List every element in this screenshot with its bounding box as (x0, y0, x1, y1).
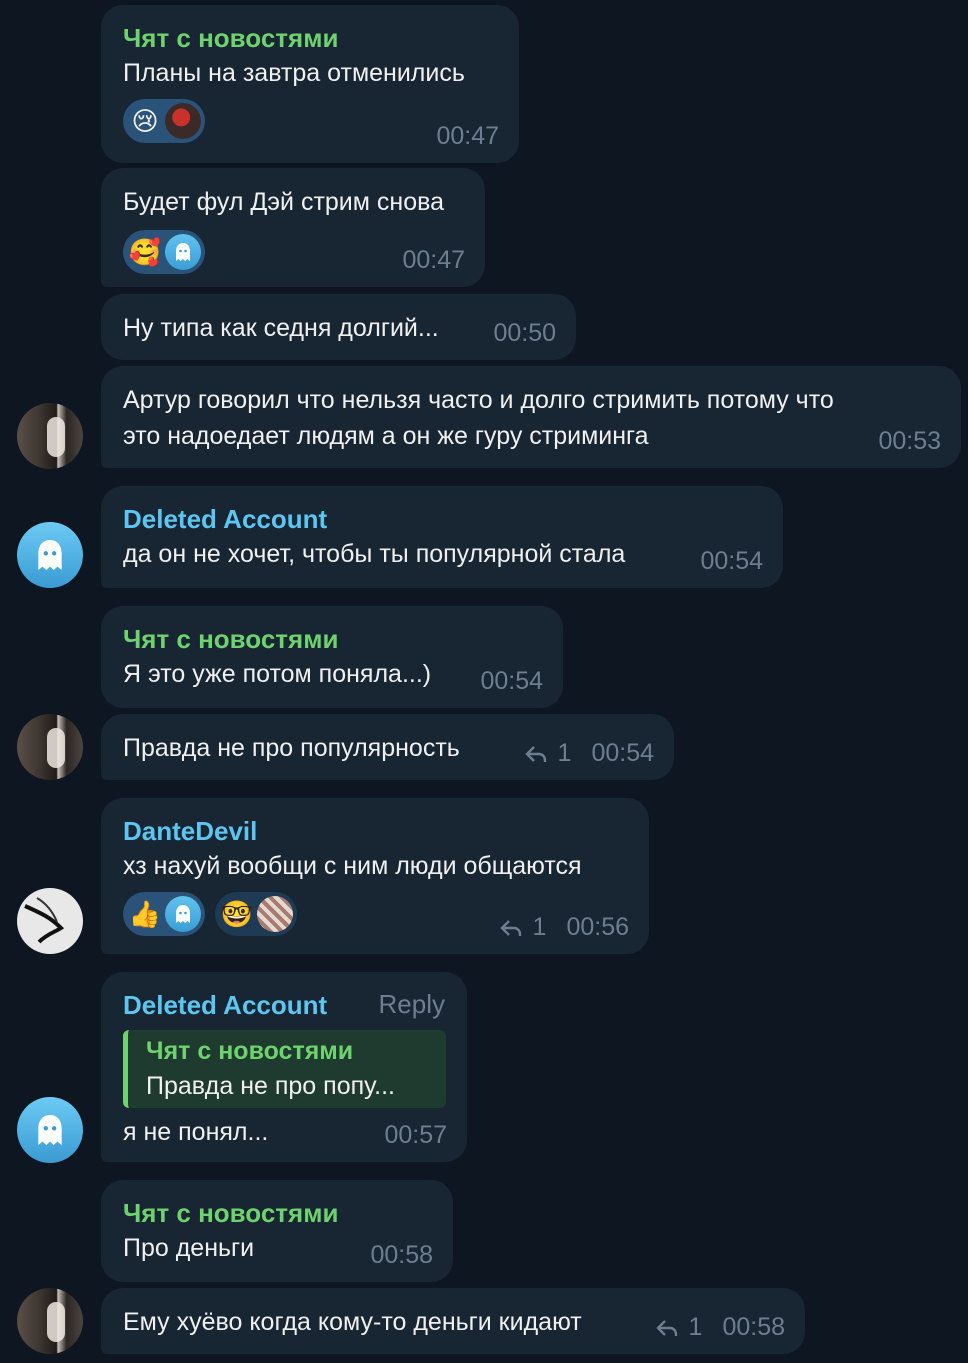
reply-arrow-icon[interactable] (524, 744, 548, 764)
message-meta: 1 00:54 (524, 739, 654, 768)
sender-name[interactable]: Чят с новостями (123, 622, 542, 656)
reaction-cry[interactable]: 😢 (123, 99, 205, 143)
message-time: 00:53 (878, 427, 941, 455)
message-text-line-2: это надоедает людям а он же гуру стримин… (123, 422, 649, 450)
reaction-love[interactable]: 🥰 (123, 230, 205, 274)
message-time: 00:47 (402, 246, 465, 274)
message-time: 00:57 (384, 1121, 447, 1149)
avatar[interactable] (17, 1097, 83, 1163)
reply-label: Reply (378, 989, 445, 1019)
message-bubble[interactable]: DanteDevil хз нахуй вообщи с ним люди об… (101, 798, 649, 954)
smiling-hearts-icon: 🥰 (128, 237, 162, 267)
message-time: 00:54 (700, 547, 763, 575)
reply-arrow-icon[interactable] (655, 1318, 679, 1338)
message-text: Планы на завтра отменились (123, 59, 465, 87)
message-meta: 00:53 (878, 427, 941, 456)
message-time: 00:47 (436, 122, 499, 150)
ghost-icon (165, 896, 201, 932)
message-meta: 00:54 (480, 667, 543, 696)
reply-count[interactable]: 1 (689, 1313, 703, 1342)
message-meta: 00:47 (402, 246, 465, 275)
message-time: 00:58 (370, 1241, 433, 1269)
reaction-nerd[interactable]: 🤓 (215, 892, 297, 936)
message-time: 00:54 (480, 667, 543, 695)
message-meta: 1 00:56 (499, 913, 629, 942)
message-meta: 00:47 (436, 122, 499, 151)
avatar[interactable] (17, 522, 83, 588)
message-meta: 00:54 (700, 547, 763, 576)
message-bubble[interactable]: Чят с новостями Про деньги 00:58 (101, 1180, 453, 1282)
sender-name[interactable]: Чят с новостями (123, 1196, 432, 1230)
message-bubble[interactable]: Deleted Account Reply Чят с новостями Пр… (101, 972, 467, 1162)
avatar[interactable] (17, 888, 83, 954)
message-bubble[interactable]: Правда не про популярность 1 00:54 (101, 714, 674, 780)
sender-name[interactable]: DanteDevil (123, 814, 628, 848)
ghost-icon (38, 1115, 62, 1145)
message-text-line-1: Артур говорил что нельзя часто и долго с… (123, 386, 834, 414)
ghost-icon (38, 540, 62, 570)
reactor-avatar (165, 103, 201, 139)
reply-quote[interactable]: Чят с новостями Правда не про попу... (123, 1030, 446, 1108)
sender-name[interactable]: Чят с новостями (123, 21, 498, 55)
message-time: 00:50 (493, 319, 556, 347)
reply-count[interactable]: 1 (558, 739, 572, 768)
sender-name[interactable]: Deleted Account (123, 502, 762, 536)
nerd-face-icon: 🤓 (220, 899, 254, 929)
message-time: 00:54 (591, 739, 654, 767)
message-time: 00:58 (722, 1313, 785, 1341)
message-bubble[interactable]: Deleted Account да он не хочет, чтобы ты… (101, 486, 783, 588)
avatar[interactable] (17, 403, 83, 469)
reply-count[interactable]: 1 (533, 913, 547, 942)
crying-face-icon: 😢 (131, 106, 159, 136)
reply-arrow-icon[interactable] (499, 918, 523, 938)
message-text: Я это уже потом поняла...) (123, 660, 432, 688)
quote-text: Правда не про попу... (146, 1072, 395, 1100)
reaction-thumbs-up[interactable]: 👍 (123, 892, 205, 936)
message-meta: 00:57 (384, 1121, 447, 1150)
quote-sender: Чят с новостями (146, 1037, 354, 1065)
message-bubble[interactable]: Чят с новостями Я это уже потом поняла..… (101, 606, 563, 708)
ghost-icon (165, 234, 201, 270)
message-bubble[interactable]: Ему хуёво когда кому-то деньги кидают 1 … (101, 1288, 805, 1354)
avatar[interactable] (17, 1288, 83, 1354)
message-text: Ну типа как седня долгий... (123, 314, 439, 342)
thumbs-up-icon: 👍 (128, 899, 162, 929)
message-text: хз нахуй вообщи с ним люди общаются (123, 852, 582, 880)
message-text: да он не хочет, чтобы ты популярной стал… (123, 540, 626, 568)
avatar[interactable] (17, 714, 83, 780)
message-meta: 1 00:58 (655, 1313, 785, 1342)
message-bubble[interactable]: Будет фул Дэй стрим снова 🥰 00:47 (101, 168, 485, 287)
message-meta: 00:50 (493, 319, 556, 348)
message-bubble[interactable]: Ну типа как седня долгий... 00:50 (101, 294, 576, 360)
message-bubble[interactable]: Чят с новостями Планы на завтра отменили… (101, 5, 519, 163)
reactor-avatar (257, 896, 293, 932)
message-meta: 00:58 (370, 1241, 433, 1270)
message-text: Будет фул Дэй стрим снова (123, 188, 445, 216)
message-bubble[interactable]: Артур говорил что нельзя часто и долго с… (101, 366, 961, 468)
message-time: 00:56 (566, 913, 629, 941)
